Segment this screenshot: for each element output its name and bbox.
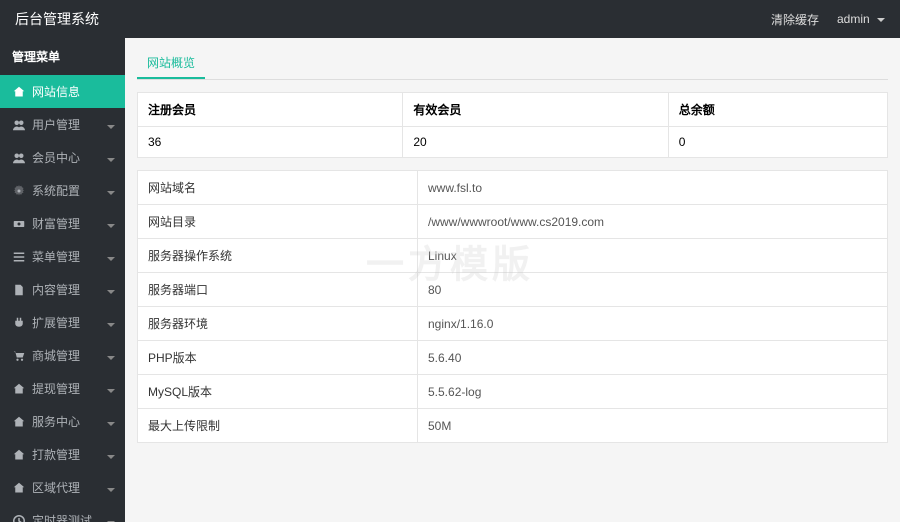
sidebar-item-5[interactable]: 菜单管理 xyxy=(0,240,125,273)
sidebar-item-11[interactable]: 打款管理 xyxy=(0,438,125,471)
info-row: 网站目录/www/wwwroot/www.cs2019.com xyxy=(138,205,888,239)
clock-icon xyxy=(12,515,26,522)
sidebar-item-label: 定时器测试 xyxy=(32,512,92,522)
users-icon xyxy=(12,119,26,131)
sidebar: 管理菜单 网站信息用户管理会员中心系统配置财富管理菜单管理内容管理扩展管理商城管… xyxy=(0,38,125,522)
sidebar-item-label: 区域代理 xyxy=(32,479,80,496)
home-icon xyxy=(12,449,26,461)
info-key: 网站目录 xyxy=(138,205,418,239)
sidebar-item-label: 财富管理 xyxy=(32,215,80,232)
home-icon xyxy=(12,86,26,98)
chevron-down-icon xyxy=(107,316,115,330)
sidebar-item-12[interactable]: 区域代理 xyxy=(0,471,125,504)
info-key: 服务器操作系统 xyxy=(138,239,418,273)
info-value: 50M xyxy=(418,409,888,443)
chevron-down-icon xyxy=(107,217,115,231)
stats-value: 0 xyxy=(668,127,887,158)
info-row: MySQL版本5.5.62-log xyxy=(138,375,888,409)
info-value: Linux xyxy=(418,239,888,273)
sidebar-item-label: 服务中心 xyxy=(32,413,80,430)
sidebar-item-4[interactable]: 财富管理 xyxy=(0,207,125,240)
sidebar-item-10[interactable]: 服务中心 xyxy=(0,405,125,438)
info-value: /www/wwwroot/www.cs2019.com xyxy=(418,205,888,239)
tab-bar: 网站概览 xyxy=(137,48,888,80)
sidebar-item-label: 提现管理 xyxy=(32,380,80,397)
sidebar-item-9[interactable]: 提现管理 xyxy=(0,372,125,405)
chevron-down-icon xyxy=(107,250,115,264)
file-icon xyxy=(12,284,26,296)
cart-icon xyxy=(12,350,26,362)
info-row: PHP版本5.6.40 xyxy=(138,341,888,375)
sidebar-item-0[interactable]: 网站信息 xyxy=(0,75,125,108)
sidebar-item-13[interactable]: 定时器测试 xyxy=(0,504,125,522)
info-key: 服务器端口 xyxy=(138,273,418,307)
sidebar-item-label: 系统配置 xyxy=(32,182,80,199)
info-value: nginx/1.16.0 xyxy=(418,307,888,341)
main-content: 网站概览 注册会员有效会员总余额 36200 网站域名www.fsl.to网站目… xyxy=(125,38,900,522)
sidebar-item-6[interactable]: 内容管理 xyxy=(0,273,125,306)
info-row: 最大上传限制50M xyxy=(138,409,888,443)
sidebar-item-label: 商城管理 xyxy=(32,347,80,364)
chevron-down-icon xyxy=(107,283,115,297)
home-icon xyxy=(12,383,26,395)
users-icon xyxy=(12,152,26,164)
money-icon xyxy=(12,218,26,230)
info-row: 服务器操作系统Linux xyxy=(138,239,888,273)
user-name: admin xyxy=(837,12,870,26)
home-icon xyxy=(12,482,26,494)
sidebar-item-label: 内容管理 xyxy=(32,281,80,298)
info-key: PHP版本 xyxy=(138,341,418,375)
sidebar-header: 管理菜单 xyxy=(0,38,125,75)
sidebar-item-3[interactable]: 系统配置 xyxy=(0,174,125,207)
app-title: 后台管理系统 xyxy=(15,9,99,29)
chevron-down-icon xyxy=(877,18,885,22)
list-icon xyxy=(12,251,26,263)
sidebar-item-7[interactable]: 扩展管理 xyxy=(0,306,125,339)
sidebar-item-label: 打款管理 xyxy=(32,446,80,463)
sidebar-item-label: 菜单管理 xyxy=(32,248,80,265)
info-value: www.fsl.to xyxy=(418,171,888,205)
sidebar-item-label: 扩展管理 xyxy=(32,314,80,331)
info-value: 5.5.62-log xyxy=(418,375,888,409)
sidebar-item-8[interactable]: 商城管理 xyxy=(0,339,125,372)
sidebar-item-label: 用户管理 xyxy=(32,116,80,133)
info-key: 网站域名 xyxy=(138,171,418,205)
topbar: 后台管理系统 清除缓存 admin xyxy=(0,0,900,38)
user-menu[interactable]: admin xyxy=(837,12,885,26)
plug-icon xyxy=(12,317,26,329)
info-value: 5.6.40 xyxy=(418,341,888,375)
sidebar-item-label: 会员中心 xyxy=(32,149,80,166)
home-icon xyxy=(12,416,26,428)
stats-header: 有效会员 xyxy=(403,93,668,127)
chevron-down-icon xyxy=(107,448,115,462)
info-row: 网站域名www.fsl.to xyxy=(138,171,888,205)
chevron-down-icon xyxy=(107,481,115,495)
info-key: 服务器环境 xyxy=(138,307,418,341)
tab-overview[interactable]: 网站概览 xyxy=(137,48,205,79)
chevron-down-icon xyxy=(107,118,115,132)
chevron-down-icon xyxy=(107,151,115,165)
info-key: MySQL版本 xyxy=(138,375,418,409)
info-key: 最大上传限制 xyxy=(138,409,418,443)
stats-value: 20 xyxy=(403,127,668,158)
topbar-right: 清除缓存 admin xyxy=(771,11,885,28)
info-row: 服务器端口80 xyxy=(138,273,888,307)
chevron-down-icon xyxy=(107,382,115,396)
sidebar-item-2[interactable]: 会员中心 xyxy=(0,141,125,174)
clear-cache-link[interactable]: 清除缓存 xyxy=(771,11,819,28)
cogs-icon xyxy=(12,185,26,197)
sidebar-item-label: 网站信息 xyxy=(32,83,80,100)
sidebar-item-1[interactable]: 用户管理 xyxy=(0,108,125,141)
stats-table: 注册会员有效会员总余额 36200 xyxy=(137,92,888,158)
info-value: 80 xyxy=(418,273,888,307)
stats-value: 36 xyxy=(138,127,403,158)
info-row: 服务器环境nginx/1.16.0 xyxy=(138,307,888,341)
stats-header: 注册会员 xyxy=(138,93,403,127)
info-table: 网站域名www.fsl.to网站目录/www/wwwroot/www.cs201… xyxy=(137,170,888,443)
chevron-down-icon xyxy=(107,349,115,363)
stats-header: 总余额 xyxy=(668,93,887,127)
chevron-down-icon xyxy=(107,184,115,198)
chevron-down-icon xyxy=(107,415,115,429)
chevron-down-icon xyxy=(107,514,115,522)
